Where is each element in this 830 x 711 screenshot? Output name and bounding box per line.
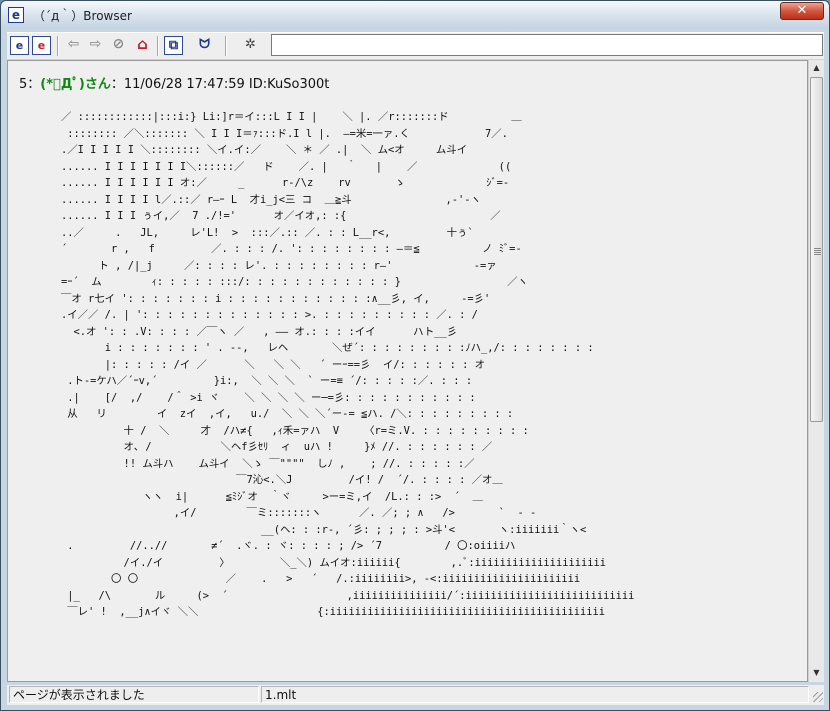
ascii-art-line: ...... I I I I l／.::／ r―ｰ L 才i_j<三 コ ＿≧斗… xyxy=(61,193,481,206)
ascii-art-line: ...... I I I I I I オ:／ _ r-/\z rv ゝ ｼﾞ=- xyxy=(61,177,510,189)
ascii-art-line: 十 / ＼ 才 /ハ≠{ ,ｨ禾=ァハ V 〈r=ミ.V. : : : : : … xyxy=(61,424,529,437)
status-file: 1.mlt xyxy=(261,686,809,703)
page-e-icon[interactable]: e xyxy=(32,36,51,55)
home-icon[interactable]: ⌂ xyxy=(133,36,152,55)
windows-icon[interactable]: ⧉ xyxy=(164,36,183,55)
ascii-art-line: 〇 〇 ／ . > ´ /.:iiiiiiii>, -<:iiiiiiiiiii… xyxy=(61,573,581,585)
ascii-art-line: i : : : : : : : ' . --, レヘ ＼ぜ´: : : : : … xyxy=(61,342,594,354)
grip-icon xyxy=(814,248,821,255)
ascii-art-line: __(ヘ: : :r-, ´彡: ; ; ; : >斗'< ヽ:iiiiiii｀… xyxy=(61,523,587,536)
ascii-art-line: .| [/ ,/ /＾ >i ヾ ＼ ＼ ＼ ＼ ー─=彡: : : : : :… xyxy=(61,391,476,404)
ascii-art-line: ／ ::::::::::::|:::i:} Li:]r＝イ:::L I I | … xyxy=(61,111,522,123)
close-button[interactable]: ✕ xyxy=(780,2,824,20)
ascii-art-line: ...... I I I I I I I＼::::::／ ド ／. | ｀ | … xyxy=(61,160,512,173)
toolbar-separator xyxy=(225,36,227,56)
ascii-art-line: .ト-=ケハ／´ｰv,´ }i:, ＼ ＼ ＼ ` ー=≡ ´/: : : : … xyxy=(61,375,473,387)
ascii-art-line: .／I I I I I ＼:::::::: ＼イ.イ:／ ＼ ＊ ／ .| ＼ … xyxy=(61,144,468,156)
ascii-art-line: 从 リ イ zイ ,イ, u./ ＼ ＼ ＼´ー-= ≦ハ. /＼: : : :… xyxy=(61,408,514,420)
mona-icon[interactable]: ᗢ xyxy=(195,36,214,55)
ascii-art-line: ,イ/ ￣ミ:::::::ヽ ／. ／; ; ∧ /> ` - - xyxy=(61,507,537,519)
ascii-art-line: ..／ . JL, レ'L! > :::／.:: ／. : : L__r<, 十… xyxy=(61,226,474,239)
toolbar-separator xyxy=(57,36,59,56)
app-icon: e xyxy=(8,7,24,23)
ascii-art-line: =ｰ´ ム ｨ: : : : : :::/: : : : : : : : : :… xyxy=(61,276,528,288)
ascii-art: ／ ::::::::::::|:::i:} Li:]r＝イ:::L I I | … xyxy=(61,109,634,621)
ascii-art-line: ...... I I I ぅイ,／ 7 ./!=' オ／イオ,: :{ ／ xyxy=(61,210,501,222)
ascii-art-line: <.オ ': : .V: : : : ／￣ヽ ／ , ―― オ.: : : :イ… xyxy=(61,325,458,338)
ascii-art-line: |: : : : : /イ ／ ＼ ＼ ＼ ´ ーｰ==彡 イ/: : : : … xyxy=(61,358,486,371)
scroll-thumb[interactable] xyxy=(810,77,823,422)
status-bar: ページが表示されました 1.mlt xyxy=(7,685,824,705)
post-date-id: ：11/06/28 17:47:59 ID:KuSo300t xyxy=(110,77,330,92)
address-input[interactable] xyxy=(271,34,823,56)
title-bar[interactable]: e （´д｀）Browser ✕ xyxy=(1,1,829,29)
scroll-up-icon[interactable]: ▲ xyxy=(809,60,824,76)
forward-icon[interactable]: ⇨ xyxy=(86,36,105,55)
ascii-art-line: ト , /|_j ／: : : : レ'. : : : : : : : : r―… xyxy=(61,259,497,272)
home-e-icon[interactable]: e xyxy=(10,36,29,55)
toolbar-separator xyxy=(157,36,159,56)
content-area: 5：(*ﾟДﾟ)さん：11/06/28 17:47:59 ID:KuSo300t… xyxy=(7,60,808,682)
post-header: 5：(*ﾟДﾟ)さん：11/06/28 17:47:59 ID:KuSo300t xyxy=(19,73,329,92)
scroll-down-icon[interactable]: ▼ xyxy=(809,665,824,681)
window-title: （´д｀）Browser xyxy=(33,9,132,23)
browser-window: e （´д｀）Browser ✕ e e ⇦ ⇨ ⊘ ⌂ ⧉ ᗢ ✲ 5：(*ﾟ… xyxy=(0,0,830,711)
ascii-art-line: :::::::: ／＼::::::: ＼ I I I＝ｧ:::ド.I l |. … xyxy=(61,127,508,140)
ascii-art-line: ￣7沁<.＼J /イ! / ´/. : : : : ／オ＿ xyxy=(61,474,503,486)
settings-face-icon[interactable]: ✲ xyxy=(241,36,260,55)
back-icon[interactable]: ⇦ xyxy=(64,36,83,55)
stop-icon[interactable]: ⊘ xyxy=(109,36,128,55)
ascii-art-line: ￣レ' ! ,__j∧イヾ ＼＼ {:iiiiiiiiiiiiiiiiiiiii… xyxy=(61,606,606,618)
status-message: ページが表示されました xyxy=(9,686,259,703)
vertical-scrollbar[interactable]: ▲ ▼ xyxy=(808,60,824,682)
ascii-art-line: オ､ / ＼ヘf彡ｾﾘ ィ uハ ! }ﾒ //. : : : : : : ／ xyxy=(61,441,493,453)
ascii-art-line: .イ／／ /. | ': : : : : : : : : : : : : >. … xyxy=(61,309,478,321)
resize-grip-icon[interactable] xyxy=(813,692,823,702)
ascii-art-line: . //..// ≠´ .ヾ. : ヾ: : : : ; /> ´7 / 〇:o… xyxy=(61,540,516,552)
ascii-art-line: ￣オ r七イ ': : : : : : : i : : : : : : : : … xyxy=(61,292,491,305)
ascii-art-line: ヽヽ i| ≦ﾐｼﾞオ ｀ヾ >ー=ミ,イ /L.: : :> ´ ＿ xyxy=(61,490,483,503)
ascii-art-line: !! ム斗ハ ム斗イ ＼ゝ ￣"""" しﾉ , ; //. : : : : :… xyxy=(61,457,475,470)
ascii-art-line: |_ /\ ル (> ´ ,iiiiiiiiiiiiiii/´:iiiiiiii… xyxy=(61,589,635,602)
ascii-art-line: ´ r , f ／. : : : /. ': : : : : : : : ―＝≦… xyxy=(61,243,522,255)
ascii-art-line: /イ./イ 〉 ＼_＼) ムイオ:iiiiii{ ,.ﾞ:iiiiiiiiiii… xyxy=(61,556,606,569)
post-separator: ： xyxy=(27,77,41,92)
toolbar: e e ⇦ ⇨ ⊘ ⌂ ⧉ ᗢ ✲ xyxy=(7,32,824,59)
poster-name: (*ﾟДﾟ)さん xyxy=(40,77,111,92)
